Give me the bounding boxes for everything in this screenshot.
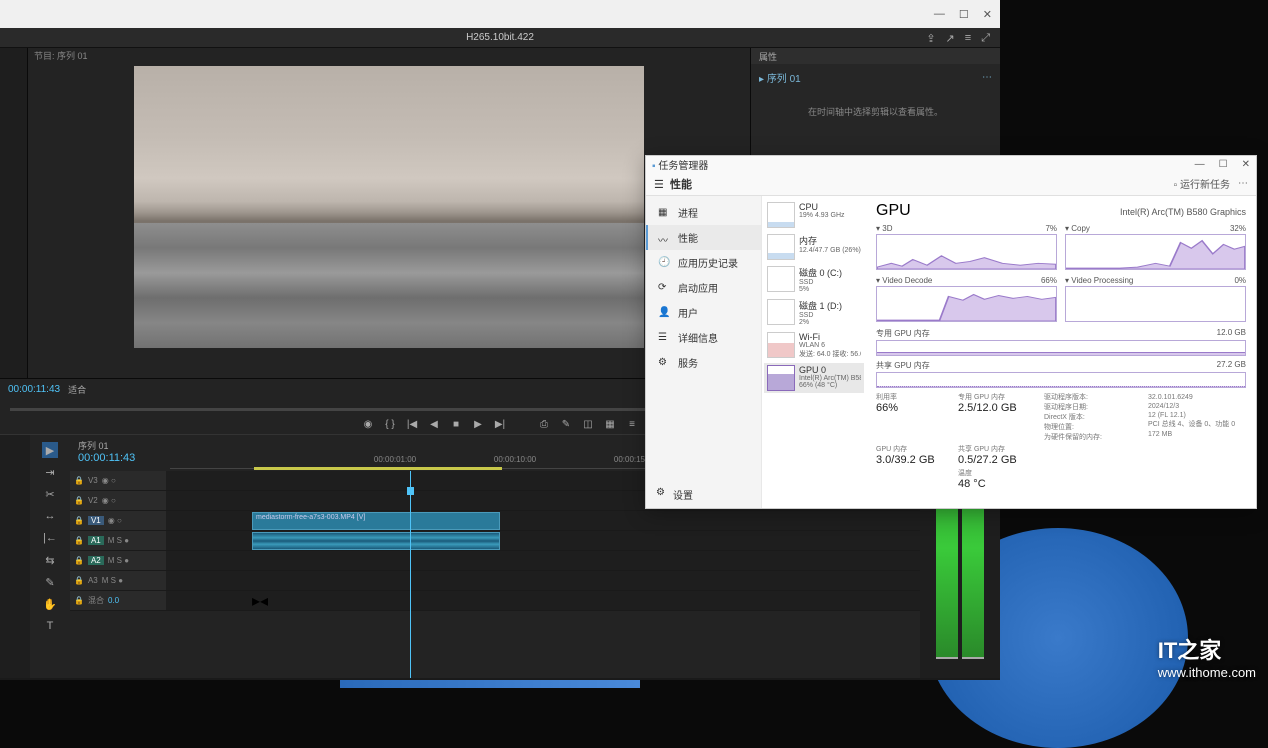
track-select-icon[interactable]: ⇥ (42, 464, 58, 480)
perf-cpu[interactable]: CPU19% 4.93 GHz (764, 200, 864, 230)
fullscreen-icon[interactable]: ⤢ (981, 32, 990, 45)
premiere-document-tab[interactable]: H265.10bit.422 ⇪ ↗ ≡ ⤢ (0, 28, 1000, 48)
tm-close-icon[interactable]: ✕ (1242, 159, 1250, 170)
nav-services[interactable]: ⚙服务 (646, 350, 761, 375)
nav-history[interactable]: 🕘应用历史记录 (646, 250, 761, 275)
workspace-icon[interactable]: ≡ (965, 32, 971, 45)
selection-tool-icon[interactable]: ▶ (42, 442, 58, 458)
track-a2-label[interactable]: A2 (88, 556, 104, 565)
tool-icon[interactable]: ⎙ (537, 419, 551, 430)
program-monitor[interactable] (28, 62, 750, 378)
tm-maximize-icon[interactable]: ☐ (1219, 159, 1228, 170)
nav-settings[interactable]: ⚙设置 (656, 487, 693, 502)
nav-processes[interactable]: ▦进程 (646, 200, 761, 225)
type-tool-icon[interactable]: T (42, 618, 58, 634)
mark-in-icon[interactable]: ◉ (361, 419, 375, 430)
props-placeholder: 在时间轴中选择剪辑以查看属性。 (751, 105, 1000, 118)
task-manager-window: ▪ 任务管理器 — ☐ ✕ ☰ 性能 ▫ 运行新任务 ⋯ ▦进程 〰性能 🕘应用… (645, 155, 1257, 509)
razor-tool-icon[interactable]: |← (42, 530, 58, 546)
chart-shared-memory: 共享 GPU 内存27.2 GB (876, 360, 1246, 386)
perf-memory[interactable]: 内存12.4/47.7 GB (26%) (764, 232, 864, 262)
camera-icon[interactable]: ✎ (559, 419, 573, 430)
step-fwd-icon[interactable]: ▶ (471, 419, 485, 430)
perf-disk0[interactable]: 磁盘 0 (C:)SSD5% (764, 264, 864, 295)
project-panel-tab[interactable] (0, 435, 30, 678)
timeline-timecode[interactable]: 00:00:11:43 (78, 452, 162, 464)
zoom-fit-dropdown[interactable]: 适合 (68, 383, 86, 396)
tm-minimize-icon[interactable]: — (1195, 159, 1205, 170)
perf-wifi[interactable]: Wi-FiWLAN 6发送: 64.0 接收: 56.0 K (764, 330, 864, 361)
gpu-title: GPU (876, 202, 911, 220)
hand-tool-icon[interactable]: ✋ (42, 596, 58, 612)
properties-tab[interactable]: 属性 (751, 48, 1000, 64)
tm-title: 任务管理器 (658, 161, 708, 172)
timeline-seq-name[interactable]: 序列 01 (78, 439, 162, 452)
program-panel-label: 节目: 序列 01 (28, 48, 750, 62)
chart-dedicated-memory: 专用 GPU 内存12.0 GB (876, 328, 1246, 354)
minimize-icon[interactable]: — (934, 8, 945, 20)
close-icon[interactable]: ✕ (983, 8, 992, 21)
step-back-icon[interactable]: ◀ (427, 419, 441, 430)
perf-gpu0[interactable]: GPU 0Intel(R) Arc(TM) B58...66% (48 °C) (764, 363, 864, 393)
tm-tab-title: 性能 (670, 179, 692, 191)
play-icon[interactable]: ■ (449, 419, 463, 430)
gpu-detail-panel: GPU Intel(R) Arc(TM) B580 Graphics ▾ 3D7… (866, 196, 1256, 508)
audio-clip[interactable] (252, 532, 500, 550)
pen-tool-icon[interactable]: ✎ (42, 574, 58, 590)
left-gutter (0, 48, 28, 378)
tm-nav: ▦进程 〰性能 🕘应用历史记录 ⟳启动应用 👤用户 ☰详细信息 ⚙服务 ⚙设置 (646, 196, 762, 508)
tm-more-icon[interactable]: ⋯ (1238, 178, 1248, 189)
preview-frame (134, 66, 644, 348)
nav-users[interactable]: 👤用户 (646, 300, 761, 325)
document-tab-label: H265.10bit.422 (466, 32, 534, 43)
track-a3-label[interactable]: A3 (88, 576, 98, 585)
rate-tool-icon[interactable]: ↔ (42, 508, 58, 524)
run-new-task-button[interactable]: ▫ 运行新任务 (1174, 176, 1230, 191)
prev-frame-icon[interactable]: |◀ (405, 419, 419, 430)
next-frame-icon[interactable]: ▶| (493, 419, 507, 430)
slip-tool-icon[interactable]: ⇆ (42, 552, 58, 568)
program-timecode[interactable]: 00:00:11:43 (8, 384, 60, 395)
perf-disk1[interactable]: 磁盘 1 (D:)SSD2% (764, 297, 864, 328)
gpu-model: Intel(R) Arc(TM) B580 Graphics (1120, 207, 1246, 217)
track-a1-label[interactable]: A1 (88, 536, 104, 545)
settings-icon[interactable]: ≡ (625, 419, 639, 430)
playhead[interactable] (410, 471, 411, 678)
mark-out-icon[interactable]: { } (383, 419, 397, 430)
nav-details[interactable]: ☰详细信息 (646, 325, 761, 350)
export-frame-icon[interactable]: ◫ (581, 419, 595, 430)
props-seq-name: 序列 01 (767, 74, 801, 85)
premiere-titlebar: — ☐ ✕ (0, 0, 1000, 28)
chart-copy: ▾ Copy32% (1065, 224, 1246, 270)
ripple-tool-icon[interactable]: ✂ (42, 486, 58, 502)
chart-video-processing: ▾ Video Processing0% (1065, 276, 1246, 322)
more-icon[interactable]: ⋯ (982, 72, 992, 83)
tool-palette: ▶ ⇥ ✂ ↔ |← ⇆ ✎ ✋ T (30, 435, 70, 678)
track-v3-label[interactable]: V3 (88, 476, 98, 485)
gpu-stats: 利用率66% 专用 GPU 内存2.5/12.0 GB 驱动程序版本:驱动程序日… (876, 392, 1246, 490)
track-mix-label[interactable]: 混合 (88, 595, 104, 606)
track-v1-label[interactable]: V1 (88, 516, 104, 525)
nav-startup[interactable]: ⟳启动应用 (646, 275, 761, 300)
watermark: IT之家 www.ithome.com (1158, 633, 1256, 680)
chart-video-decode: ▾ Video Decode66% (876, 276, 1057, 322)
perf-resource-list: CPU19% 4.93 GHz 内存12.4/47.7 GB (26%) 磁盘 … (762, 196, 866, 508)
track-v2-label[interactable]: V2 (88, 496, 98, 505)
video-clip[interactable]: mediastorm-free-a7s3-003.MP4 [V] (252, 512, 500, 530)
maximize-icon[interactable]: ☐ (959, 8, 969, 21)
work-area-bar[interactable] (254, 467, 502, 470)
safe-margin-icon[interactable]: ▦ (603, 419, 617, 430)
nav-performance[interactable]: 〰性能 (646, 225, 761, 250)
chart-3d: ▾ 3D7% (876, 224, 1057, 270)
export-icon[interactable]: ⇪ (926, 32, 935, 45)
share-icon[interactable]: ↗ (946, 32, 955, 45)
